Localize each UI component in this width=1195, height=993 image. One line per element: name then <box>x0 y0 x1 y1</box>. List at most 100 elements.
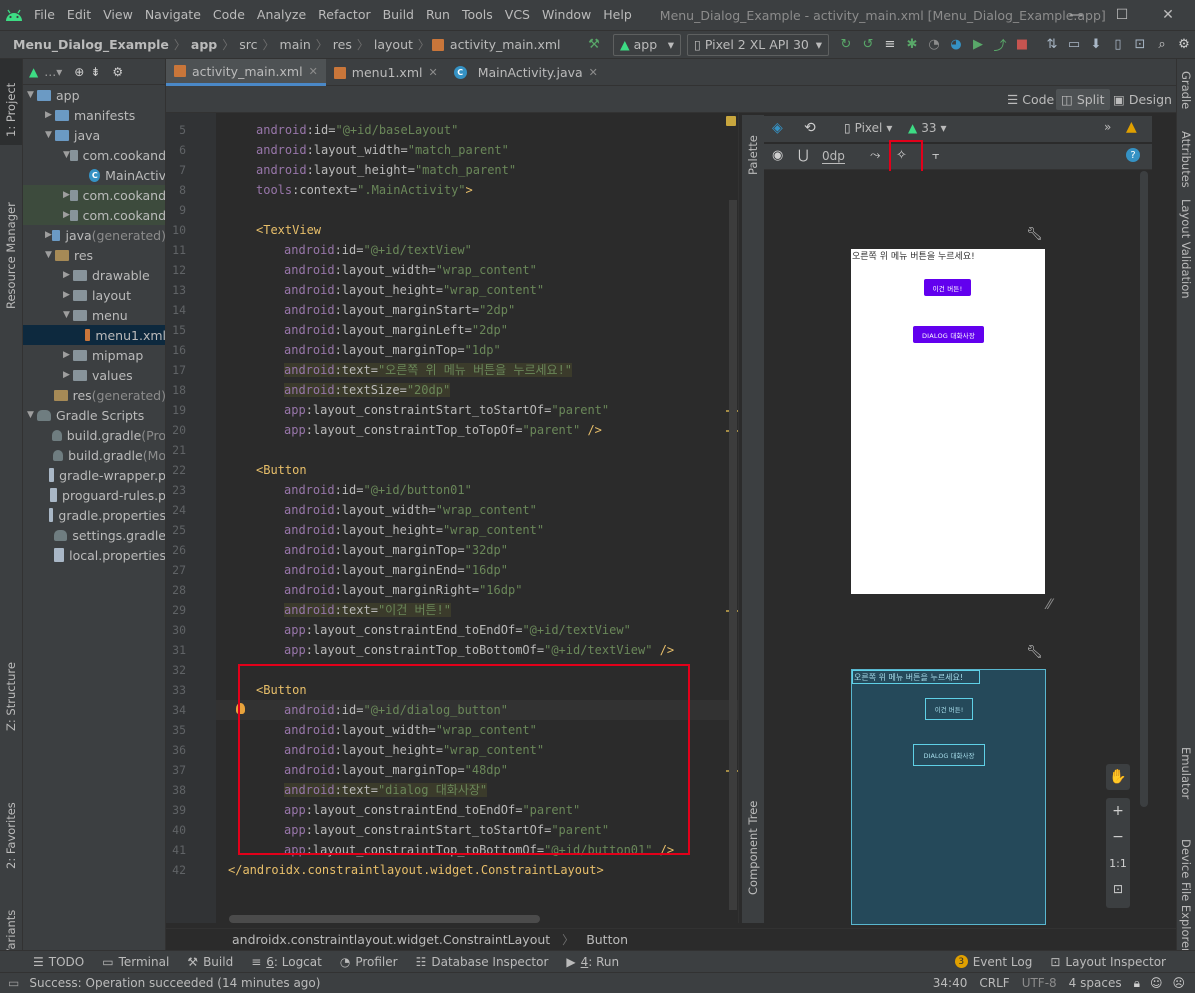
code-line[interactable]: android:layout_width="match_parent" <box>216 140 738 160</box>
make-project-icon[interactable]: ⚒ <box>583 34 605 56</box>
code-line[interactable]: android:layout_width="wrap_content" <box>216 500 738 520</box>
menu-code[interactable]: Code <box>207 0 251 30</box>
clear-constraints-icon[interactable]: ⤳ <box>870 148 880 163</box>
device-preview-select[interactable]: ▯ Pixel ▾ <box>844 121 892 135</box>
wrench-icon[interactable]: 🔧︎ <box>1026 227 1043 242</box>
collapsed-arrow-icon[interactable]: ▶ <box>45 230 52 240</box>
menu-navigate[interactable]: Navigate <box>139 0 207 30</box>
todo-tool[interactable]: ☰ TODO <box>24 955 93 969</box>
guidelines-icon[interactable]: ⫟ <box>932 148 940 163</box>
lock-icon[interactable]: 🔒︎ <box>1134 976 1140 991</box>
collapsed-arrow-icon[interactable]: ▶ <box>63 270 73 280</box>
menu-vcs[interactable]: VCS <box>499 0 536 30</box>
device-select[interactable]: ▯ Pixel 2 XL API 30 ▾ <box>687 33 829 56</box>
code-line[interactable]: tools:context=".MainActivity"> <box>216 180 738 200</box>
tree-item[interactable]: local.properties <box>23 545 165 565</box>
breadcrumb-src[interactable]: src <box>236 37 260 52</box>
tree-item[interactable]: ▶ drawable <box>23 265 165 285</box>
tree-item[interactable]: ▼ com.cookand <box>23 145 165 165</box>
close-tab-icon[interactable]: ✕ <box>589 66 598 79</box>
code-line[interactable]: android:layout_height="wrap_content" <box>216 280 738 300</box>
layout-inspector-tool[interactable]: ⊡ Layout Inspector <box>1041 955 1175 969</box>
code-line[interactable]: android:textSize="20dp" <box>216 380 738 400</box>
code-line[interactable]: android:layout_marginRight="16dp" <box>216 580 738 600</box>
tree-item[interactable]: build.gradle (Mo <box>23 445 165 465</box>
close-window-button[interactable]: ✕ <box>1145 0 1191 30</box>
run-icon[interactable]: ▶ <box>967 34 989 56</box>
indent-setting[interactable]: 4 spaces <box>1069 976 1122 990</box>
wrench-icon[interactable]: 🔧︎ <box>1026 645 1043 660</box>
close-tab-icon[interactable]: ✕ <box>428 66 437 79</box>
device-file-explorer-label[interactable]: Device File Explorer <box>1179 839 1193 953</box>
preview-button01[interactable]: 이건 버튼! <box>924 279 971 296</box>
run-coverage-icon[interactable]: ≡ <box>879 34 901 56</box>
code-line[interactable]: android:layout_marginTop="1dp" <box>216 340 738 360</box>
expanded-arrow-icon[interactable]: ▼ <box>63 150 70 160</box>
code-line[interactable] <box>216 440 738 460</box>
zoom-to-fit-icon[interactable]: ⊡ <box>1106 878 1130 900</box>
code-line[interactable]: android:layout_height="match_parent" <box>216 160 738 180</box>
menu-analyze[interactable]: Analyze <box>251 0 312 30</box>
expand-toolbar-icon[interactable]: » <box>1104 120 1111 134</box>
code-line[interactable]: app:layout_constraintTop_toTopOf="parent… <box>216 420 738 440</box>
design-vertical-scrollbar[interactable] <box>1140 171 1148 807</box>
file-encoding[interactable]: UTF-8 <box>1022 976 1057 990</box>
code-line[interactable]: android:text="오른쪽 위 메뉴 버튼을 누르세요!" <box>216 360 738 380</box>
tab-main-activity[interactable]: C MainActivity.java ✕ <box>446 59 606 86</box>
minimize-button[interactable]: — <box>1053 0 1099 30</box>
collapsed-arrow-icon[interactable]: ▶ <box>63 370 73 380</box>
menu-build[interactable]: Build <box>377 0 420 30</box>
notifications-face-icon[interactable]: ☹ <box>1172 976 1185 990</box>
code-line[interactable]: android:id="@+id/textView" <box>216 240 738 260</box>
layout-inspector-icon[interactable]: ⊡ <box>1129 34 1151 56</box>
code-line[interactable]: </androidx.constraintlayout.widget.Const… <box>216 860 738 880</box>
device-manager-icon[interactable]: ▯ <box>1107 34 1129 56</box>
tree-item[interactable]: ▼ menu <box>23 305 165 325</box>
apply-changes-restart-icon[interactable]: ↻ <box>835 34 857 56</box>
profiler-tool[interactable]: ◔ Profiler <box>331 955 407 969</box>
warning-icon[interactable]: ▲ <box>1126 119 1137 135</box>
code-line[interactable]: android:id="@+id/button01" <box>216 480 738 500</box>
status-window-icon[interactable]: ▭ <box>8 976 19 990</box>
code-line[interactable]: android:layout_height="wrap_content" <box>216 520 738 540</box>
tree-item[interactable]: res (generated) <box>23 385 165 405</box>
design-mode-button[interactable]: ▣ Design <box>1108 89 1177 110</box>
default-margin-select[interactable]: 0dp <box>822 149 845 164</box>
line-separator[interactable]: CRLF <box>979 976 1009 990</box>
tree-item[interactable]: menu1.xml <box>23 325 165 345</box>
menu-file[interactable]: File <box>28 0 61 30</box>
emulator-label[interactable]: Emulator <box>1179 747 1193 799</box>
code-line[interactable]: android:id="@+id/baseLayout" <box>216 120 738 140</box>
palette-label[interactable]: Palette <box>746 135 760 175</box>
tree-item[interactable]: build.gradle (Pro <box>23 425 165 445</box>
collapsed-arrow-icon[interactable]: ▶ <box>63 210 70 220</box>
code-line[interactable]: <Button <box>216 460 738 480</box>
editor-vertical-scrollbar[interactable] <box>729 200 737 910</box>
xml-breadcrumb-root[interactable]: androidx.constraintlayout.widget.Constra… <box>232 932 550 947</box>
expanded-arrow-icon[interactable]: ▼ <box>45 130 55 140</box>
terminal-tool[interactable]: ▭ Terminal <box>93 955 178 969</box>
apply-code-changes-icon[interactable]: ↺ <box>857 34 879 56</box>
code-line[interactable]: android:layout_width="wrap_content" <box>216 260 738 280</box>
tree-item[interactable]: gradle.properties <box>23 505 165 525</box>
stop-icon[interactable]: ■ <box>1011 34 1033 56</box>
preview-dialog-button[interactable]: DIALOG 대화사장 <box>913 326 984 343</box>
breadcrumb-main[interactable]: main <box>277 37 314 52</box>
attributes-label[interactable]: Attributes <box>1179 131 1193 188</box>
tree-item[interactable]: ▼ app <box>23 85 165 105</box>
breadcrumb-res[interactable]: res <box>330 37 355 52</box>
code-line[interactable]: app:layout_constraintStart_toStartOf="pa… <box>216 400 738 420</box>
preview-textview[interactable]: 오른쪽 위 메뉴 버튼을 누르세요! <box>852 249 975 262</box>
tree-item[interactable]: ▶ com.cookand <box>23 205 165 225</box>
menu-refactor[interactable]: Refactor <box>312 0 376 30</box>
menu-run[interactable]: Run <box>420 0 456 30</box>
blueprint-dialog-button[interactable]: DIALOG 대화사장 <box>913 744 985 766</box>
tab-activity-main[interactable]: activity_main.xml ✕ <box>166 59 326 86</box>
menu-tools[interactable]: Tools <box>456 0 499 30</box>
sync-project-icon[interactable]: ⇅ <box>1041 34 1063 56</box>
tree-item[interactable]: ▶ java (generated) <box>23 225 165 245</box>
warning-indicator-icon[interactable] <box>726 116 736 126</box>
help-icon[interactable]: ? <box>1126 148 1140 162</box>
breadcrumb-layout[interactable]: layout <box>371 37 416 52</box>
menu-edit[interactable]: Edit <box>61 0 97 30</box>
